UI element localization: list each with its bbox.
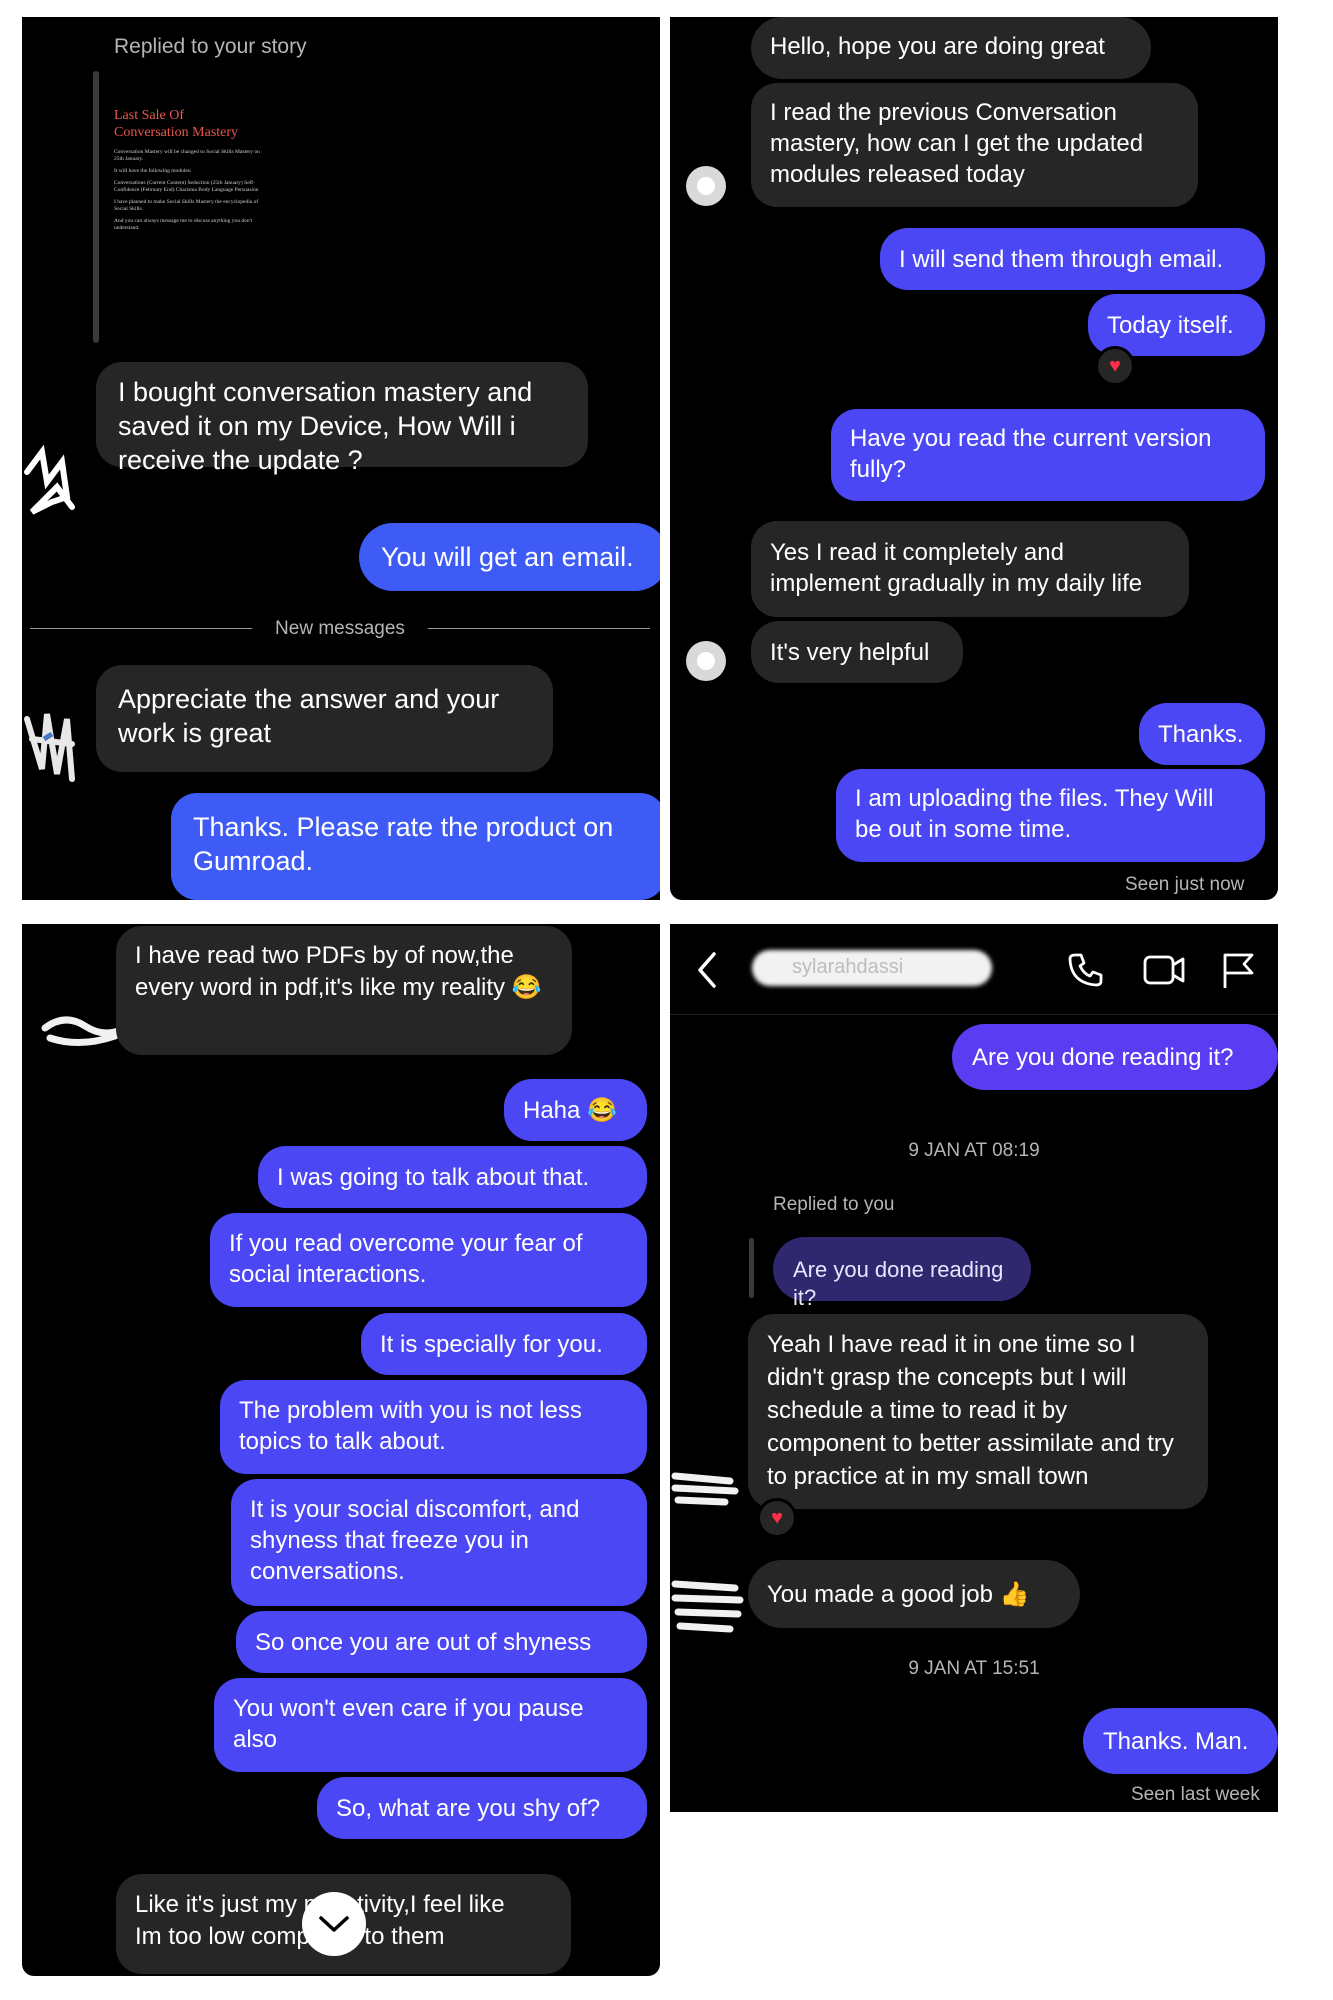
phone-icon[interactable] xyxy=(1065,950,1105,990)
outgoing-message[interactable]: Thanks. Man. xyxy=(1083,1708,1278,1774)
chat-panel-1: Replied to your story Last Sale Of Conve… xyxy=(22,17,660,900)
quoted-message[interactable]: Are you done reading it? xyxy=(773,1237,1031,1310)
outgoing-message[interactable]: The problem with you is not less topics … xyxy=(220,1380,647,1474)
outgoing-message[interactable]: You won't even care if you pause also xyxy=(214,1678,647,1772)
outgoing-message[interactable]: If you read overcome your fear of social… xyxy=(210,1213,647,1307)
heart-reaction-icon[interactable]: ♥ xyxy=(1095,346,1135,386)
chat-header: sylarahdassi xyxy=(670,924,1278,1015)
outgoing-message[interactable]: Thanks. Please rate the product on Gumro… xyxy=(171,793,660,900)
chat-panel-3: I have read two PDFs by of now,the every… xyxy=(22,924,660,1976)
outgoing-message[interactable]: Haha 😂 xyxy=(504,1079,647,1141)
incoming-message[interactable]: Hello, hope you are doing great xyxy=(751,17,1151,79)
incoming-message[interactable]: I read the previous Conversation mastery… xyxy=(751,83,1198,207)
outgoing-message[interactable]: Have you read the current version fully? xyxy=(831,409,1265,501)
reply-quote-bar xyxy=(749,1238,754,1298)
outgoing-message[interactable]: I am uploading the files. They Will be o… xyxy=(836,769,1265,862)
incoming-message[interactable]: Yes I read it completely and implement g… xyxy=(751,521,1189,617)
outgoing-message[interactable]: You will get an email. xyxy=(359,523,660,591)
outgoing-message[interactable]: It is specially for you. xyxy=(361,1313,647,1375)
heart-reaction-icon[interactable]: ♥ xyxy=(757,1498,797,1538)
new-messages-label: New messages xyxy=(275,618,405,639)
story-preview[interactable]: Last Sale Of Conversation Mastery Conver… xyxy=(114,107,264,327)
scribbled-avatar xyxy=(24,713,75,782)
outgoing-message[interactable]: It is your social discomfort, and shynes… xyxy=(231,1479,647,1606)
sender-avatar-icon xyxy=(686,641,726,681)
chat-panel-2: Hello, hope you are doing great I read t… xyxy=(670,17,1278,900)
chat-panel-4: sylarahdassi Are you done reading it? 9 … xyxy=(670,924,1278,1812)
replied-to-story-label: Replied to your story xyxy=(114,35,307,58)
scroll-down-button[interactable] xyxy=(302,1892,366,1956)
incoming-message[interactable]: It's very helpful xyxy=(751,621,963,683)
outgoing-message[interactable]: So once you are out of shyness xyxy=(236,1611,647,1673)
story-text: Conversation Mastery will be changed to … xyxy=(114,149,260,231)
outgoing-message[interactable]: I will send them through email. xyxy=(880,228,1265,290)
story-title: Last Sale Of Conversation Mastery xyxy=(114,108,239,140)
new-messages-divider: New messages xyxy=(30,614,650,644)
incoming-message[interactable]: Yeah I have read it in one time so I did… xyxy=(748,1314,1208,1509)
outgoing-message[interactable]: I was going to talk about that. xyxy=(258,1146,647,1208)
outgoing-message[interactable]: So, what are you shy of? xyxy=(317,1777,647,1839)
incoming-message[interactable]: I have read two PDFs by of now,the every… xyxy=(116,926,572,1055)
video-icon[interactable] xyxy=(1142,950,1186,990)
outgoing-message[interactable]: Thanks. xyxy=(1139,703,1265,765)
timestamp: 9 JAN AT 08:19 xyxy=(908,1140,1040,1161)
scribbled-avatar xyxy=(671,1580,744,1633)
timestamp: 9 JAN AT 15:51 xyxy=(908,1658,1040,1679)
contact-name[interactable]: sylarahdassi xyxy=(752,942,992,994)
flag-icon[interactable] xyxy=(1220,950,1256,990)
scribbled-avatar xyxy=(671,1472,739,1506)
sender-avatar-icon xyxy=(686,166,726,206)
incoming-message[interactable]: Appreciate the answer and your work is g… xyxy=(96,665,553,772)
back-chevron-icon[interactable] xyxy=(694,950,724,990)
story-quote-bar xyxy=(93,71,99,343)
replied-to-you-label: Replied to you xyxy=(773,1194,895,1215)
seen-status: Seen last week xyxy=(1131,1784,1260,1805)
incoming-message[interactable]: I bought conversation mastery and saved … xyxy=(96,362,588,475)
incoming-message[interactable]: You made a good job 👍 xyxy=(748,1560,1080,1628)
scroll-down-chevron-icon xyxy=(319,1916,349,1932)
scribbled-avatar xyxy=(24,444,75,515)
seen-status: Seen just now xyxy=(1125,874,1245,895)
outgoing-message[interactable]: Are you done reading it? xyxy=(952,1024,1278,1090)
